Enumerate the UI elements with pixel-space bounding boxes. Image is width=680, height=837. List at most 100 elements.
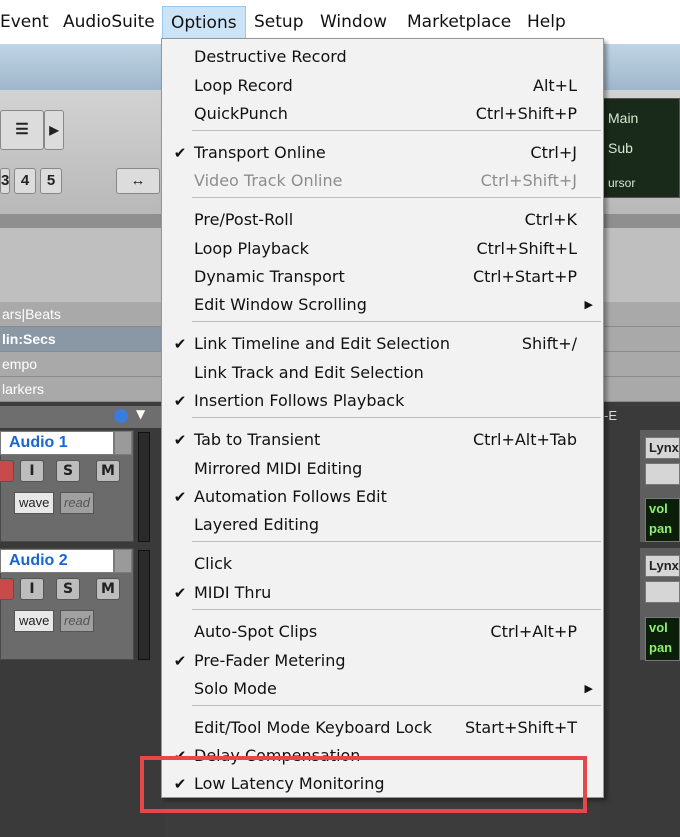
menu-options[interactable]: Options <box>162 6 246 40</box>
menu-item-label: Insertion Follows Playback <box>194 391 405 410</box>
automation-mode-2[interactable]: read <box>60 610 95 632</box>
clock-icon[interactable] <box>114 409 128 423</box>
menu-item-label: Mirrored MIDI Editing <box>194 459 363 478</box>
submenu-arrow-icon: ▶ <box>584 298 593 311</box>
menu-item-loop-playback[interactable]: Loop Playback Ctrl+Shift+L <box>162 235 603 263</box>
menu-item-insertion-follows-playback[interactable]: ✔ Insertion Follows Playback <box>162 387 603 415</box>
menu-item-label: Layered Editing <box>194 515 320 534</box>
menu-item-tab-to-transient[interactable]: ✔ Tab to Transient Ctrl+Alt+Tab <box>162 426 603 454</box>
menu-item-label: Auto-Spot Clips <box>194 622 318 641</box>
menu-item-click[interactable]: Click <box>162 550 603 578</box>
ruler-right-4 <box>600 377 680 402</box>
menu-item-label: MIDI Thru <box>194 583 272 602</box>
menu-separator <box>192 197 601 198</box>
menu-item-link-timeline-and-edit-selection[interactable]: ✔ Link Timeline and Edit Selection Shift+/ <box>162 330 603 358</box>
menu-item-pre-post-roll[interactable]: Pre/Post-Roll Ctrl+K <box>162 206 603 234</box>
menu-item-loop-record[interactable]: Loop Record Alt+L <box>162 72 603 100</box>
volume-pan-display-1[interactable]: vol pan <box>645 498 680 542</box>
solo-button-1[interactable]: S <box>56 460 80 482</box>
menu-item-shortcut: Shift+/ <box>521 334 577 353</box>
track-list-header: ▼ <box>0 406 165 428</box>
vol-label-2: vol <box>649 620 668 635</box>
menu-marketplace[interactable]: Marketplace <box>407 11 511 33</box>
mute-button-1[interactable]: M <box>96 460 120 482</box>
ruler-tempo[interactable]: empo <box>0 352 165 377</box>
menu-item-label: QuickPunch <box>194 104 288 123</box>
ruler-min-secs[interactable]: lin:Secs <box>0 327 165 352</box>
track-1-menu-button[interactable] <box>114 431 132 455</box>
nudge-tool-button[interactable]: ↔ <box>116 168 160 194</box>
menu-item-automation-follows-edit[interactable]: ✔ Automation Follows Edit <box>162 483 603 511</box>
menu-separator <box>192 130 601 131</box>
track-view-button-2[interactable]: wave <box>14 610 55 632</box>
menu-item-shortcut: Ctrl+Shift+J <box>480 171 577 190</box>
submenu-arrow-icon: ▶ <box>584 682 593 695</box>
menu-item-label: Automation Follows Edit <box>194 487 387 506</box>
chevron-down-icon[interactable]: ▼ <box>136 407 145 421</box>
menu-item-edit-window-scrolling[interactable]: Edit Window Scrolling ▶ <box>162 291 603 319</box>
zoom-tool-button[interactable]: ☰ <box>0 110 44 150</box>
menu-item-label: Link Timeline and Edit Selection <box>194 334 450 353</box>
menu-item-label: Pre-Fader Metering <box>194 651 346 670</box>
menu-item-label: Solo Mode <box>194 679 277 698</box>
menu-item-mirrored-midi-editing[interactable]: Mirrored MIDI Editing <box>162 455 603 483</box>
checkmark-icon: ✔ <box>173 392 187 410</box>
output-blank-2[interactable] <box>645 581 680 603</box>
menu-audiosuite[interactable]: AudioSuite <box>63 11 155 33</box>
track-view-button-1[interactable]: wave <box>14 492 55 514</box>
menu-item-layered-editing[interactable]: Layered Editing <box>162 511 603 539</box>
pan-label-1: pan <box>649 521 673 536</box>
menu-event[interactable]: Event <box>0 11 49 33</box>
track-meter-1 <box>138 432 150 542</box>
record-button-1[interactable] <box>0 460 14 482</box>
checkmark-icon: ✔ <box>173 431 187 449</box>
ruler-bars-beats[interactable]: ars|Beats <box>0 302 165 327</box>
output-selector-2[interactable]: Lynx <box>645 555 680 577</box>
record-button-2[interactable] <box>0 578 14 600</box>
menu-item-link-track-and-edit-selection[interactable]: Link Track and Edit Selection <box>162 359 603 387</box>
menu-help[interactable]: Help <box>527 11 566 33</box>
toolbar-number-4[interactable]: 4 <box>14 168 36 194</box>
track-name-audio-2[interactable]: Audio 2 <box>0 549 114 573</box>
options-dropdown-menu: Destructive Record Loop Record Alt+L QuickP… <box>161 38 604 798</box>
ruler-markers[interactable]: larkers <box>0 377 165 402</box>
track-name-audio-1[interactable]: Audio 1 <box>0 431 114 455</box>
ruler-right-3 <box>600 352 680 377</box>
menu-item-transport-online[interactable]: ✔ Transport Online Ctrl+J <box>162 139 603 167</box>
menu-item-label: Dynamic Transport <box>194 267 345 286</box>
menu-item-dynamic-transport[interactable]: Dynamic Transport Ctrl+Start+P <box>162 263 603 291</box>
menu-separator <box>192 609 601 610</box>
menu-item-shortcut: Ctrl+K <box>524 210 577 229</box>
zoom-arrow-button[interactable]: ▶ <box>44 110 64 150</box>
menu-item-label: Edit/Tool Mode Keyboard Lock <box>194 718 432 737</box>
checkmark-icon: ✔ <box>173 652 187 670</box>
output-selector-1[interactable]: Lynx <box>645 437 680 459</box>
menu-item-label: Transport Online <box>194 143 326 162</box>
input-button-1[interactable]: I <box>20 460 44 482</box>
menu-item-auto-spot-clips[interactable]: Auto-Spot Clips Ctrl+Alt+P <box>162 618 603 646</box>
ruler-right-2 <box>600 327 680 352</box>
menu-item-shortcut: Ctrl+Alt+P <box>490 622 577 641</box>
track-2-menu-button[interactable] <box>114 549 132 573</box>
menu-item-destructive-record[interactable]: Destructive Record <box>162 43 603 71</box>
menu-window[interactable]: Window <box>320 11 387 33</box>
menu-item-solo-mode[interactable]: Solo Mode ▶ <box>162 675 603 703</box>
menu-item-label: Pre/Post-Roll <box>194 210 294 229</box>
automation-mode-1[interactable]: read <box>60 492 95 514</box>
menu-item-edit-tool-mode-keyboard-lock[interactable]: Edit/Tool Mode Keyboard Lock Start+Shift+… <box>162 714 603 742</box>
menu-item-midi-thru[interactable]: ✔ MIDI Thru <box>162 579 603 607</box>
menu-item-label: Edit Window Scrolling <box>194 295 367 314</box>
toolbar-number-5[interactable]: 5 <box>40 168 62 194</box>
menu-item-shortcut: Ctrl+Start+P <box>472 267 577 286</box>
solo-button-2[interactable]: S <box>56 578 80 600</box>
menu-item-quickpunch[interactable]: QuickPunch Ctrl+Shift+P <box>162 100 603 128</box>
volume-pan-display-2[interactable]: vol pan <box>645 617 680 661</box>
menu-setup[interactable]: Setup <box>254 11 303 33</box>
input-button-2[interactable]: I <box>20 578 44 600</box>
mute-button-2[interactable]: M <box>96 578 120 600</box>
track-meter-2 <box>138 550 150 660</box>
toolbar-number-3[interactable]: 3 <box>0 168 10 194</box>
output-blank-1[interactable] <box>645 463 680 485</box>
menu-item-pre-fader-metering[interactable]: ✔ Pre-Fader Metering <box>162 647 603 675</box>
menu-separator <box>192 417 601 418</box>
